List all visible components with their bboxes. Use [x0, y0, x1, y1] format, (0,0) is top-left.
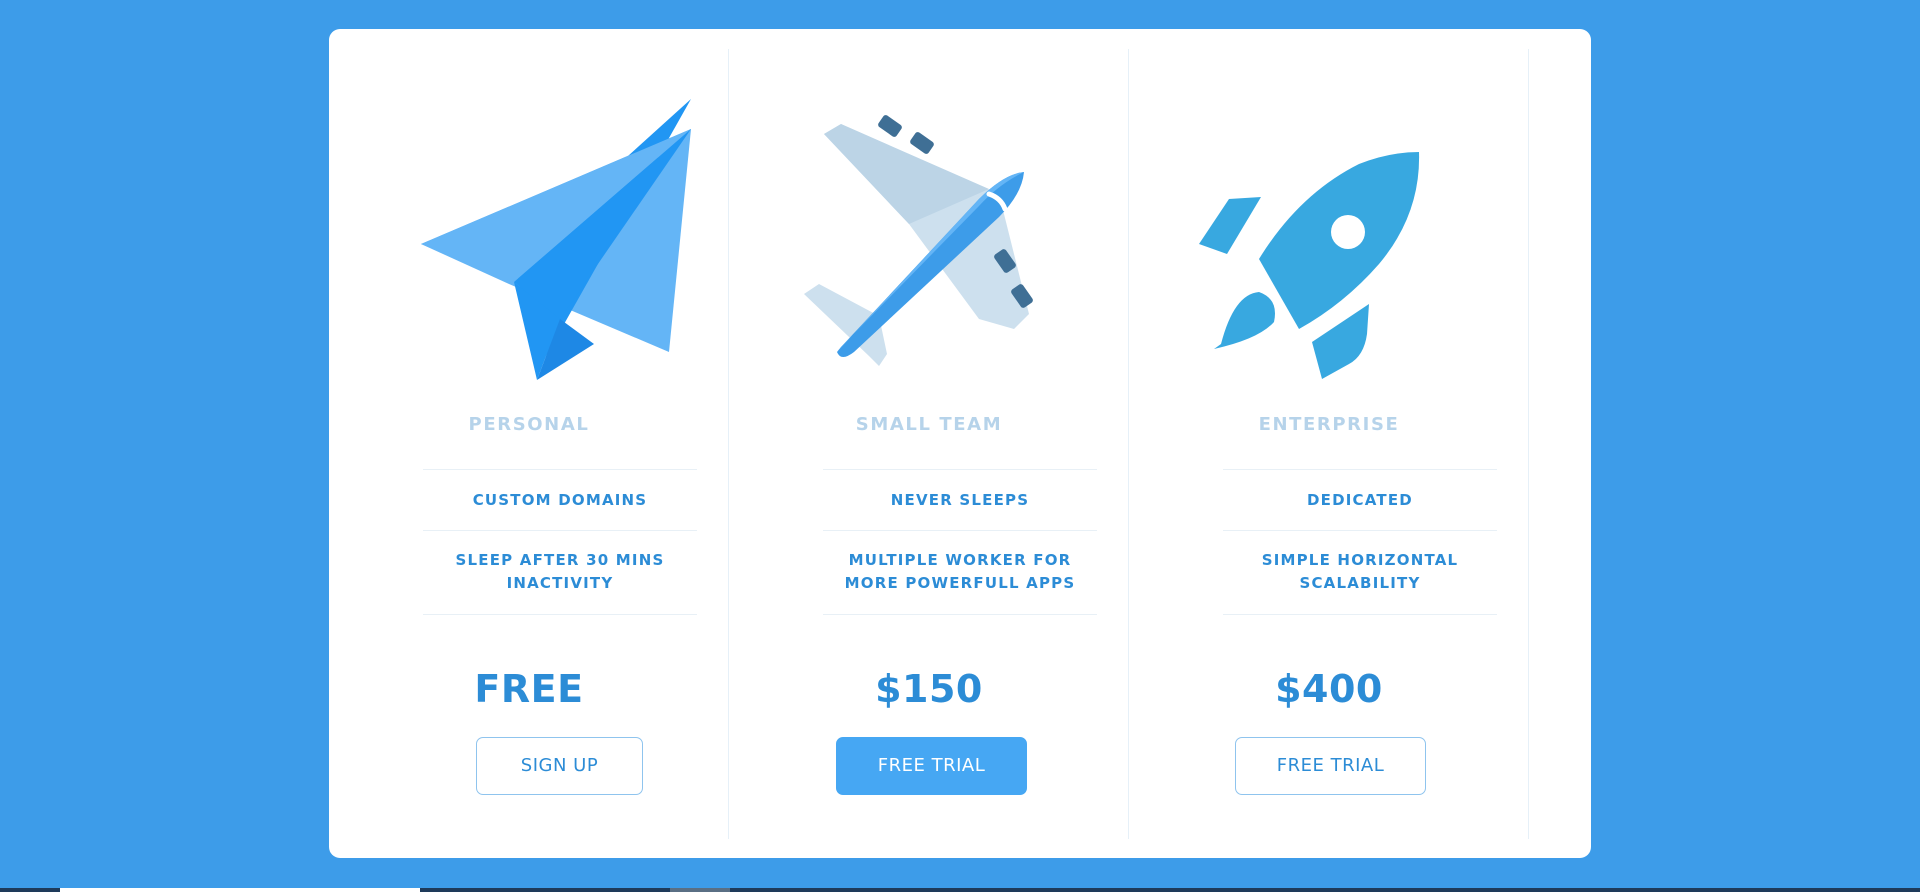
- bottom-bar: [0, 888, 1920, 892]
- feature-item: SIMPLE HORIZONTAL SCALABILITY: [1223, 531, 1497, 615]
- plan-enterprise: ENTERPRISE DEDICATED SIMPLE HORIZONTAL S…: [1129, 49, 1529, 839]
- plan-name: ENTERPRISE: [1258, 414, 1400, 435]
- feature-item: NEVER SLEEPS: [823, 470, 1097, 531]
- free-trial-button[interactable]: FREE TRIAL: [836, 737, 1027, 795]
- feature-item: MULTIPLE WORKER FOR MORE POWERFULL APPS: [823, 531, 1097, 615]
- rocket-icon: [1129, 94, 1529, 384]
- feature-list: CUSTOM DOMAINS SLEEP AFTER 30 MINS INACT…: [423, 469, 697, 615]
- plan-personal: PERSONAL CUSTOM DOMAINS SLEEP AFTER 30 M…: [329, 49, 729, 839]
- free-trial-button[interactable]: FREE TRIAL: [1235, 737, 1426, 795]
- plan-price: $150: [875, 667, 983, 711]
- bottom-bar-segment: [60, 888, 420, 892]
- feature-item: DEDICATED: [1223, 470, 1497, 531]
- feature-item: CUSTOM DOMAINS: [423, 470, 697, 531]
- airplane-icon: [729, 94, 1129, 384]
- plan-price: $400: [1275, 667, 1383, 711]
- feature-item: SLEEP AFTER 30 MINS INACTIVITY: [423, 531, 697, 615]
- feature-list: DEDICATED SIMPLE HORIZONTAL SCALABILITY: [1223, 469, 1497, 615]
- pricing-card: PERSONAL CUSTOM DOMAINS SLEEP AFTER 30 M…: [329, 29, 1591, 858]
- plan-small-team: SMALL TEAM NEVER SLEEPS MULTIPLE WORKER …: [729, 49, 1129, 839]
- plan-name: SMALL TEAM: [855, 414, 1003, 435]
- feature-list: NEVER SLEEPS MULTIPLE WORKER FOR MORE PO…: [823, 469, 1097, 615]
- plan-name: PERSONAL: [468, 414, 590, 435]
- bottom-bar-segment: [670, 888, 730, 892]
- plan-price: FREE: [474, 667, 584, 711]
- sign-up-button[interactable]: SIGN UP: [476, 737, 643, 795]
- paper-plane-icon: [329, 94, 729, 384]
